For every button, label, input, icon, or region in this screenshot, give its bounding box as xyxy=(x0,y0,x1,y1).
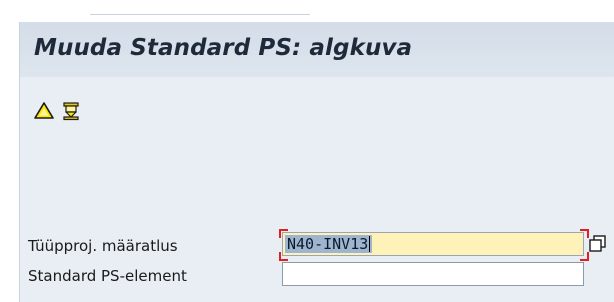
screen-title: Muuda Standard PS: alg­kuva xyxy=(34,35,413,61)
bookmark-flag-icon[interactable] xyxy=(61,101,81,121)
warning-icon[interactable] xyxy=(34,101,54,121)
project-definition-value: N40-INV13 xyxy=(285,235,373,253)
field-row-project-definition: Tüüpproj. määratlus N40-INV13 xyxy=(20,229,614,261)
field-row-standard-wbs-element: Standard PS-element xyxy=(20,262,614,288)
focus-marker-top-left xyxy=(279,229,288,238)
value-help-icon[interactable] xyxy=(588,234,608,254)
command-field-underline xyxy=(90,14,310,15)
standard-wbs-element-input[interactable] xyxy=(282,262,584,286)
top-strip xyxy=(0,0,614,20)
focus-marker-bottom-left xyxy=(279,252,288,261)
application-toolbar xyxy=(20,77,614,171)
title-bar: Muuda Standard PS: alg­kuva xyxy=(20,22,614,77)
project-definition-label: Tüüpproj. määratlus xyxy=(28,237,178,255)
screen-frame: Muuda Standard PS: alg­kuva Tüüpproj. mä… xyxy=(19,22,614,302)
standard-wbs-element-label: Standard PS-element xyxy=(28,267,187,285)
text-caret xyxy=(369,236,371,252)
